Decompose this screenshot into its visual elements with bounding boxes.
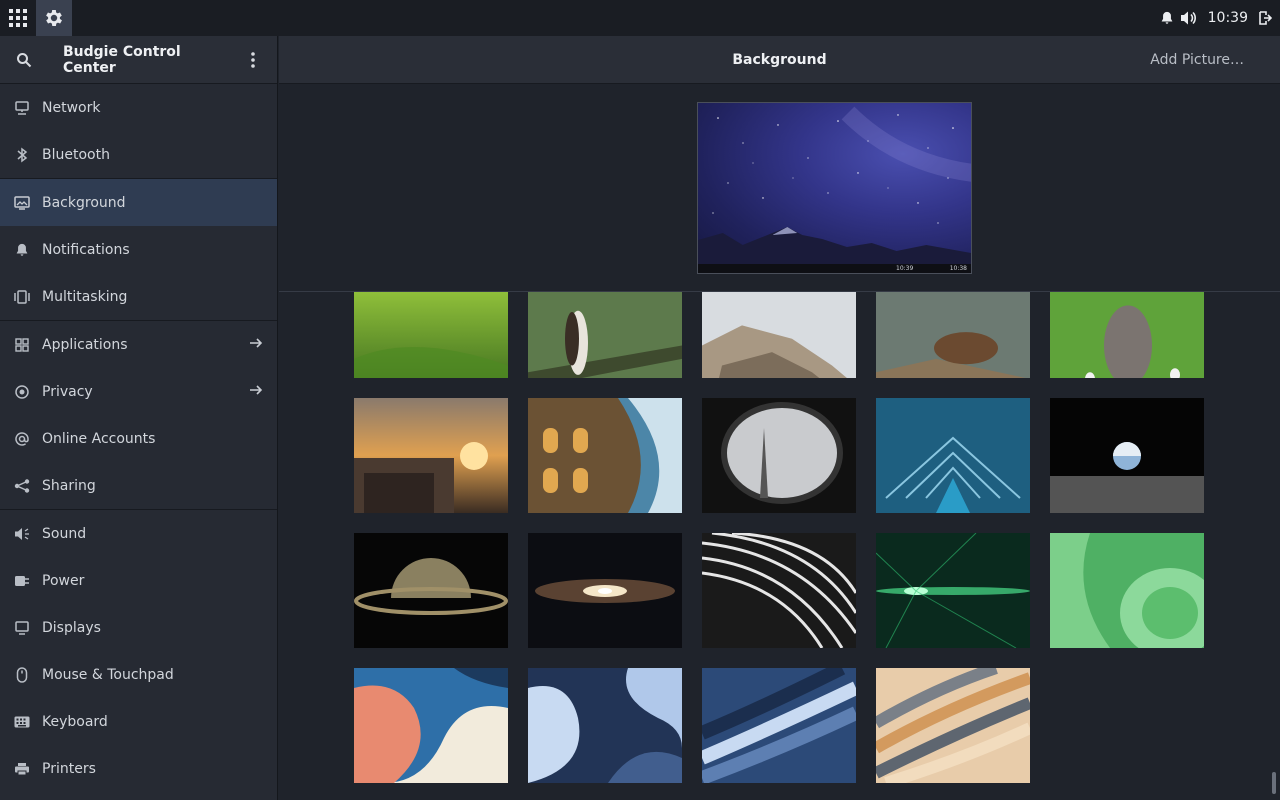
sidebar-item-power[interactable]: Power <box>0 557 277 604</box>
main-panel: Background Add Picture… 10:39 10:38 <box>279 36 1280 800</box>
sidebar-item-label: Sound <box>42 525 87 542</box>
wallpaper-thumb[interactable] <box>528 398 682 513</box>
current-background-preview: 10:39 10:38 <box>697 102 972 274</box>
arrow-right-icon <box>250 385 263 395</box>
sidebar-item-displays[interactable]: Displays <box>0 604 277 651</box>
sidebar-item-privacy[interactable]: Privacy <box>0 368 277 415</box>
wallpaper-thumb[interactable] <box>528 533 682 648</box>
top-panel: 10:39 <box>0 0 1280 36</box>
sidebar-item-label: Network <box>42 99 101 116</box>
bell-icon <box>14 242 30 258</box>
sidebar-item-keyboard[interactable]: Keyboard <box>0 698 277 745</box>
sidebar-item-label: Notifications <box>42 241 130 258</box>
printer-icon <box>14 761 30 777</box>
main-header: Background Add Picture… <box>279 36 1280 84</box>
wallpaper-thumb[interactable] <box>876 533 1030 648</box>
wallpaper-thumb[interactable] <box>702 533 856 648</box>
sidebar-item-label: Power <box>42 572 85 589</box>
multitasking-icon <box>14 289 30 305</box>
applications-icon <box>14 337 30 353</box>
background-icon <box>14 195 30 211</box>
preview-panel-bar: 10:39 10:38 <box>698 264 971 273</box>
sidebar-header: Budgie Control Center <box>0 36 277 84</box>
sidebar-item-label: Printers <box>42 760 96 777</box>
app-title: Budgie Control Center <box>63 43 181 76</box>
add-picture-button[interactable]: Add Picture… <box>1150 36 1244 84</box>
gear-icon <box>46 10 62 26</box>
bell-icon[interactable] <box>1160 11 1174 25</box>
sidebar-item-label: Applications <box>42 336 128 353</box>
wallpaper-thumb[interactable] <box>354 533 508 648</box>
kebab-menu-icon <box>251 51 255 68</box>
wallpaper-thumb[interactable] <box>1050 398 1204 513</box>
wallpaper-thumb[interactable] <box>354 398 508 513</box>
sidebar-item-label: Online Accounts <box>42 430 156 447</box>
privacy-icon <box>14 384 30 400</box>
sidebar-item-label: Bluetooth <box>42 146 110 163</box>
sidebar-item-online-accounts[interactable]: Online Accounts <box>0 415 277 462</box>
app-grid-button[interactable] <box>0 0 36 36</box>
mouse-icon <box>14 666 30 683</box>
sidebar-item-label: Keyboard <box>42 713 108 730</box>
wallpaper-thumb[interactable] <box>876 398 1030 513</box>
sidebar-item-applications[interactable]: Applications <box>0 321 277 368</box>
wallpaper-thumb[interactable] <box>354 668 508 783</box>
sidebar-item-label: Privacy <box>42 383 93 400</box>
sidebar-item-mouse-touchpad[interactable]: Mouse & Touchpad <box>0 651 277 698</box>
search-button[interactable] <box>0 36 48 84</box>
wallpaper-thumb[interactable] <box>876 292 1030 378</box>
sidebar-item-printers[interactable]: Printers <box>0 745 277 792</box>
preview-right-time: 10:38 <box>949 265 967 272</box>
power-icon[interactable] <box>1258 11 1272 25</box>
wallpaper-thumb[interactable] <box>702 398 856 513</box>
wallpaper-thumb[interactable] <box>354 292 508 378</box>
display-icon <box>14 620 30 636</box>
panel-clock[interactable]: 10:39 <box>1208 10 1248 26</box>
sidebar-item-network[interactable]: Network <box>0 84 277 131</box>
share-icon <box>14 478 30 494</box>
app-grid-icon <box>9 9 27 27</box>
scrollbar[interactable] <box>1272 772 1276 794</box>
speaker-icon <box>14 526 30 542</box>
sidebar-item-label: Displays <box>42 619 101 636</box>
system-tray: 10:39 <box>1160 0 1280 36</box>
preview-area: 10:39 10:38 <box>279 84 1280 292</box>
sidebar-item-notifications[interactable]: Notifications <box>0 226 277 273</box>
wallpaper-thumb[interactable] <box>1050 292 1204 378</box>
sidebar-item-label: Background <box>42 194 126 211</box>
page-title: Background <box>732 52 827 68</box>
wallpaper-thumb[interactable] <box>528 668 682 783</box>
at-sign-icon <box>14 431 30 447</box>
settings-taskbar-button[interactable] <box>36 0 72 36</box>
sidebar-item-multitasking[interactable]: Multitasking <box>0 273 277 320</box>
power-plug-icon <box>14 573 30 589</box>
preview-left-time: 10:39 <box>896 265 914 272</box>
search-icon <box>17 52 32 67</box>
sidebar-item-background[interactable]: Background <box>0 179 277 226</box>
sidebar-item-label: Mouse & Touchpad <box>42 666 174 683</box>
menu-button[interactable] <box>229 36 277 84</box>
network-icon <box>14 100 30 116</box>
sidebar-item-sharing[interactable]: Sharing <box>0 462 277 509</box>
sidebar-item-bluetooth[interactable]: Bluetooth <box>0 131 277 178</box>
mountains <box>698 227 971 265</box>
bluetooth-icon <box>14 147 30 163</box>
wallpaper-thumb[interactable] <box>702 292 856 378</box>
sidebar: Budgie Control Center Network Bluetooth … <box>0 36 278 800</box>
keyboard-icon <box>14 714 30 730</box>
wallpaper-thumb[interactable] <box>528 292 682 378</box>
wallpaper-thumb[interactable] <box>1050 533 1204 648</box>
sidebar-item-sound[interactable]: Sound <box>0 510 277 557</box>
sidebar-item-label: Sharing <box>42 477 96 494</box>
wallpaper-thumb[interactable] <box>876 668 1030 783</box>
volume-icon[interactable] <box>1180 10 1198 26</box>
arrow-right-icon <box>250 338 263 348</box>
wallpaper-thumb[interactable] <box>702 668 856 783</box>
sidebar-item-label: Multitasking <box>42 288 128 305</box>
